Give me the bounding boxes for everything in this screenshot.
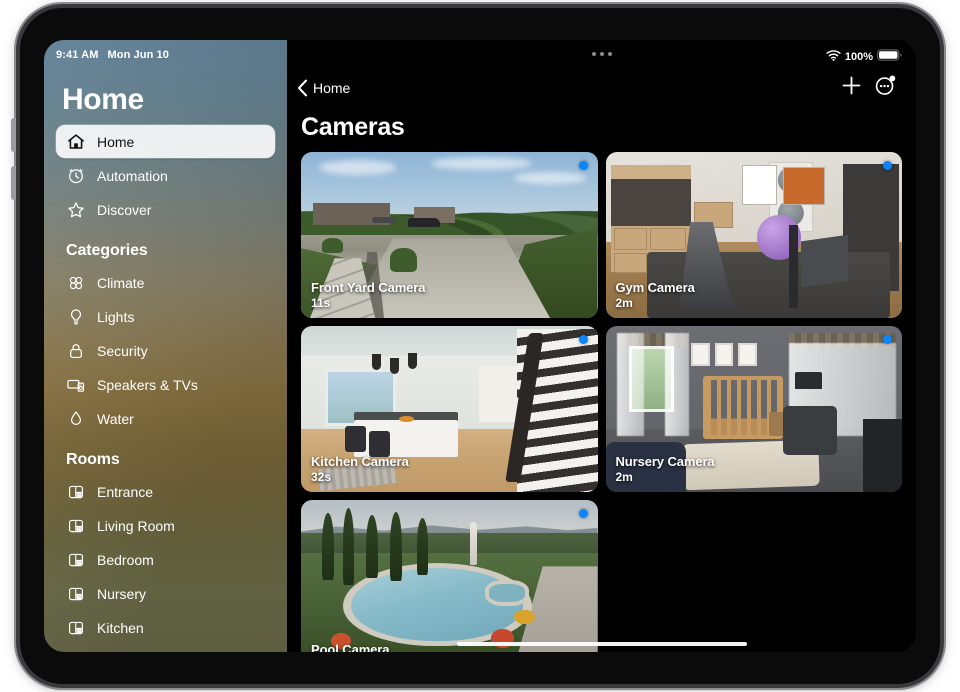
room-icon: [66, 482, 86, 502]
sidebar: 9:41 AM Mon Jun 10 Home Home: [44, 40, 287, 652]
sidebar-item-living-room[interactable]: Living Room: [56, 509, 275, 542]
camera-name: Front Yard Camera: [311, 280, 425, 295]
wifi-icon: [826, 50, 841, 64]
recording-dot-icon: [579, 509, 588, 518]
speaker-tv-icon: [66, 375, 86, 395]
wall-frames: [691, 343, 756, 366]
navigation-bar: Home: [287, 66, 916, 110]
status-bar-date: Mon Jun 10: [107, 49, 169, 61]
room-icon: [66, 550, 86, 570]
fan-icon: [66, 273, 86, 293]
camera-tile-kitchen[interactable]: Kitchen Camera 32s: [301, 326, 598, 492]
recording-dot-icon: [579, 335, 588, 344]
room-icon: [66, 516, 86, 536]
back-button[interactable]: Home: [297, 79, 350, 97]
recording-dot-icon: [579, 161, 588, 170]
sidebar-item-label: Water: [97, 411, 134, 427]
camera-timestamp: 32s: [311, 470, 409, 484]
dot: [608, 52, 612, 56]
sidebar-item-label: Nursery: [97, 586, 146, 602]
sidebar-title: Home: [44, 61, 287, 125]
battery-full-icon: [877, 49, 902, 64]
status-bar-right: 100%: [826, 49, 902, 64]
recording-dot-icon: [883, 335, 892, 344]
room-icon: [66, 618, 86, 638]
sidebar-item-label: Climate: [97, 275, 144, 291]
dot: [600, 52, 604, 56]
camera-name: Gym Camera: [616, 280, 695, 295]
camera-name: Pool Camera: [311, 642, 389, 652]
sidebar-item-nursery[interactable]: Nursery: [56, 577, 275, 610]
sidebar-item-label: Automation: [97, 168, 168, 184]
lightbulb-icon: [66, 307, 86, 327]
sidebar-item-label: Entrance: [97, 484, 153, 500]
volume-up-button[interactable]: [11, 118, 16, 152]
room-icon: [66, 584, 86, 604]
sidebar-item-label: Discover: [97, 202, 151, 218]
multitasking-dots-icon[interactable]: [592, 52, 612, 56]
sidebar-section-rooms: Rooms: [56, 436, 275, 475]
camera-tile-nursery[interactable]: Nursery Camera 2m: [606, 326, 903, 492]
sidebar-item-lights[interactable]: Lights: [56, 300, 275, 333]
sidebar-item-automation[interactable]: Automation: [56, 159, 275, 192]
lock-icon: [66, 341, 86, 361]
sidebar-item-label: Living Room: [97, 518, 175, 534]
home-indicator[interactable]: [457, 642, 747, 646]
sidebar-item-home[interactable]: Home: [56, 125, 275, 158]
page-title: Cameras: [287, 110, 916, 152]
more-options-button[interactable]: [868, 71, 902, 105]
camera-feed-image: [301, 500, 598, 652]
star-icon: [66, 200, 86, 220]
sidebar-item-water[interactable]: Water: [56, 402, 275, 435]
camera-name: Nursery Camera: [616, 454, 715, 469]
sidebar-item-discover[interactable]: Discover: [56, 193, 275, 226]
sidebar-item-speakers-tvs[interactable]: Speakers & TVs: [56, 368, 275, 401]
ipad-screen: 9:41 AM Mon Jun 10 Home Home: [44, 40, 916, 652]
camera-caption: Front Yard Camera 11s: [311, 280, 425, 310]
camera-caption: Nursery Camera 2m: [616, 454, 715, 484]
camera-caption: Pool Camera: [311, 642, 389, 652]
sidebar-item-kitchen[interactable]: Kitchen: [56, 611, 275, 644]
sidebar-item-label: Lights: [97, 309, 134, 325]
house-icon: [66, 132, 86, 152]
camera-tile-front-yard[interactable]: Front Yard Camera 11s: [301, 152, 598, 318]
sidebar-item-entrance[interactable]: Entrance: [56, 475, 275, 508]
camera-timestamp: 2m: [616, 470, 715, 484]
camera-tile-gym[interactable]: Gym Camera 2m: [606, 152, 903, 318]
add-camera-button[interactable]: [834, 71, 868, 105]
ipad-device-frame: 9:41 AM Mon Jun 10 Home Home: [20, 8, 940, 684]
chevron-left-icon: [297, 79, 308, 97]
camera-caption: Gym Camera 2m: [616, 280, 695, 310]
sidebar-item-label: Bedroom: [97, 552, 154, 568]
camera-grid: Front Yard Camera 11s: [287, 152, 916, 652]
sidebar-item-security[interactable]: Security: [56, 334, 275, 367]
sidebar-scroll-area[interactable]: Home Automation: [44, 125, 287, 644]
camera-caption: Kitchen Camera 32s: [311, 454, 409, 484]
water-drop-icon: [66, 409, 86, 429]
camera-name: Kitchen Camera: [311, 454, 409, 469]
sidebar-item-label: Security: [97, 343, 148, 359]
clock-arrow-icon: [66, 166, 86, 186]
sidebar-item-climate[interactable]: Climate: [56, 266, 275, 299]
sidebar-item-bedroom[interactable]: Bedroom: [56, 543, 275, 576]
status-bar-time: 9:41 AM: [56, 49, 98, 61]
camera-tile-pool[interactable]: Pool Camera: [301, 500, 598, 652]
back-button-label: Home: [313, 80, 350, 96]
sidebar-section-categories: Categories: [56, 227, 275, 266]
dot: [592, 52, 596, 56]
plus-icon: [841, 75, 862, 101]
volume-down-button[interactable]: [11, 166, 16, 200]
camera-timestamp: 11s: [311, 296, 425, 310]
main-content: 100% Home: [287, 40, 916, 652]
status-bar-left: 9:41 AM Mon Jun 10: [44, 40, 287, 61]
more-circle-icon: [874, 74, 897, 102]
recording-dot-icon: [883, 161, 892, 170]
sidebar-item-label: Kitchen: [97, 620, 144, 636]
camera-timestamp: 2m: [616, 296, 695, 310]
sidebar-item-label: Speakers & TVs: [97, 377, 198, 393]
sidebar-item-label: Home: [97, 134, 134, 150]
battery-percent-label: 100%: [845, 51, 873, 63]
